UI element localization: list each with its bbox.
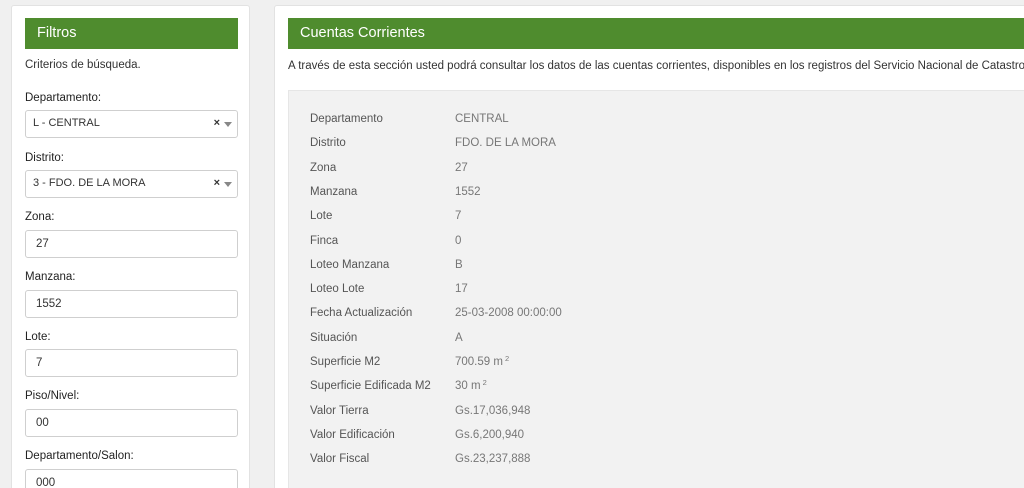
detail-label: Loteo Manzana xyxy=(310,258,390,271)
detail-value: 0 xyxy=(455,235,461,247)
piso-nivel-input[interactable]: 00 xyxy=(25,409,238,437)
detail-value-text: 1552 xyxy=(455,185,481,198)
distrito-label: Distrito: xyxy=(25,152,64,164)
detail-value-text: 27 xyxy=(455,161,468,174)
zona-input[interactable]: 27 xyxy=(25,230,238,258)
cuentas-corrientes-header: Cuentas Corrientes xyxy=(288,18,1024,49)
departamento-salon-input[interactable]: 000 xyxy=(25,469,238,488)
zona-label: Zona: xyxy=(25,211,55,223)
detail-value-text: Gs.6,200,940 xyxy=(455,428,525,441)
detail-value-text: 7 xyxy=(455,210,462,223)
detail-value-text: A xyxy=(455,331,463,344)
detail-value: CENTRAL xyxy=(455,113,509,125)
manzana-input[interactable]: 1552 xyxy=(25,290,238,318)
detail-value: Gs.17,036,948 xyxy=(455,405,530,417)
detail-value-text: CENTRAL xyxy=(455,113,509,125)
detail-label: Distrito xyxy=(310,137,346,150)
detail-label: Departamento xyxy=(310,113,383,125)
filters-header: Filtros xyxy=(25,18,238,49)
detail-value-text: 700.59 m xyxy=(455,356,503,368)
detail-value: 30 m2 xyxy=(455,378,487,393)
unit-superscript: 2 xyxy=(482,378,487,388)
detail-value: Gs.6,200,940 xyxy=(455,429,524,441)
detail-value-text: 17 xyxy=(455,283,468,296)
manzana-label: Manzana: xyxy=(25,271,76,283)
detail-label: Zona xyxy=(310,161,337,174)
detail-value-text: 25-03-2008 00:00:00 xyxy=(455,307,562,320)
filters-subtitle: Criterios de búsqueda. xyxy=(25,59,141,71)
detail-label: Finca xyxy=(310,234,339,247)
detail-value-text: FDO. DE LA MORA xyxy=(455,137,556,150)
detail-label: Lote xyxy=(310,210,333,223)
detail-value: 27 xyxy=(455,162,468,174)
detail-value-text: 30 m xyxy=(455,380,481,393)
detail-label: Situación xyxy=(310,331,358,344)
section-description: A través de esta sección usted podrá con… xyxy=(288,60,1024,72)
detail-value: 1552 xyxy=(455,186,481,198)
departamento-label: Departamento: xyxy=(25,92,102,104)
chevron-down-icon[interactable] xyxy=(224,182,232,187)
page: Filtros Criterios de búsqueda. Departame… xyxy=(0,0,1024,488)
distrito-select[interactable]: 3 - FDO. DE LA MORA × xyxy=(25,170,238,198)
lote-label: Lote: xyxy=(25,331,51,343)
detail-value: 17 xyxy=(455,283,468,295)
unit-superscript: 2 xyxy=(504,354,510,363)
detail-label: Valor Fiscal xyxy=(310,453,370,466)
detail-label: Fecha Actualización xyxy=(310,307,413,320)
detail-label: Valor Edificación xyxy=(310,428,395,441)
detail-value: 25-03-2008 00:00:00 xyxy=(455,307,562,319)
departamento-clear-icon[interactable]: × xyxy=(214,117,220,129)
chevron-down-icon[interactable] xyxy=(224,122,232,127)
distrito-select-value: 3 - FDO. DE LA MORA xyxy=(33,177,146,189)
detail-value: 7 xyxy=(455,210,461,222)
detail-value: A xyxy=(455,332,463,344)
departamento-salon-label: Departamento/Salon: xyxy=(25,450,134,462)
detail-value-text: Gs.17,036,948 xyxy=(455,404,531,417)
cuentas-corrientes-panel: Cuentas Corrientes A través de esta secc… xyxy=(274,5,1024,488)
detail-label: Manzana xyxy=(310,185,358,198)
detail-value: Gs.23,237,888 xyxy=(455,453,530,465)
lote-input[interactable]: 7 xyxy=(25,349,238,377)
departamento-select[interactable]: L - CENTRAL × xyxy=(25,110,238,138)
filters-panel: Filtros Criterios de búsqueda. Departame… xyxy=(11,5,250,488)
piso-nivel-label: Piso/Nivel: xyxy=(25,390,80,402)
detail-label: Loteo Lote xyxy=(310,283,365,296)
detail-label: Superficie Edificada M2 xyxy=(310,380,431,393)
detail-value: FDO. DE LA MORA xyxy=(455,137,556,149)
detail-value: 700.59 m2 xyxy=(455,354,510,368)
detail-value-text: B xyxy=(455,258,463,271)
detail-label: Superficie M2 xyxy=(310,356,381,368)
detail-label: Valor Tierra xyxy=(310,404,369,417)
detail-value-text: 0 xyxy=(455,234,462,247)
detail-value: B xyxy=(455,259,463,271)
account-details: Departamento CENTRAL Distrito FDO. DE LA MO… xyxy=(288,90,1024,488)
detail-value-text: Gs.23,237,888 xyxy=(455,453,531,466)
distrito-clear-icon[interactable]: × xyxy=(214,177,220,189)
departamento-select-value: L - CENTRAL xyxy=(33,117,100,129)
